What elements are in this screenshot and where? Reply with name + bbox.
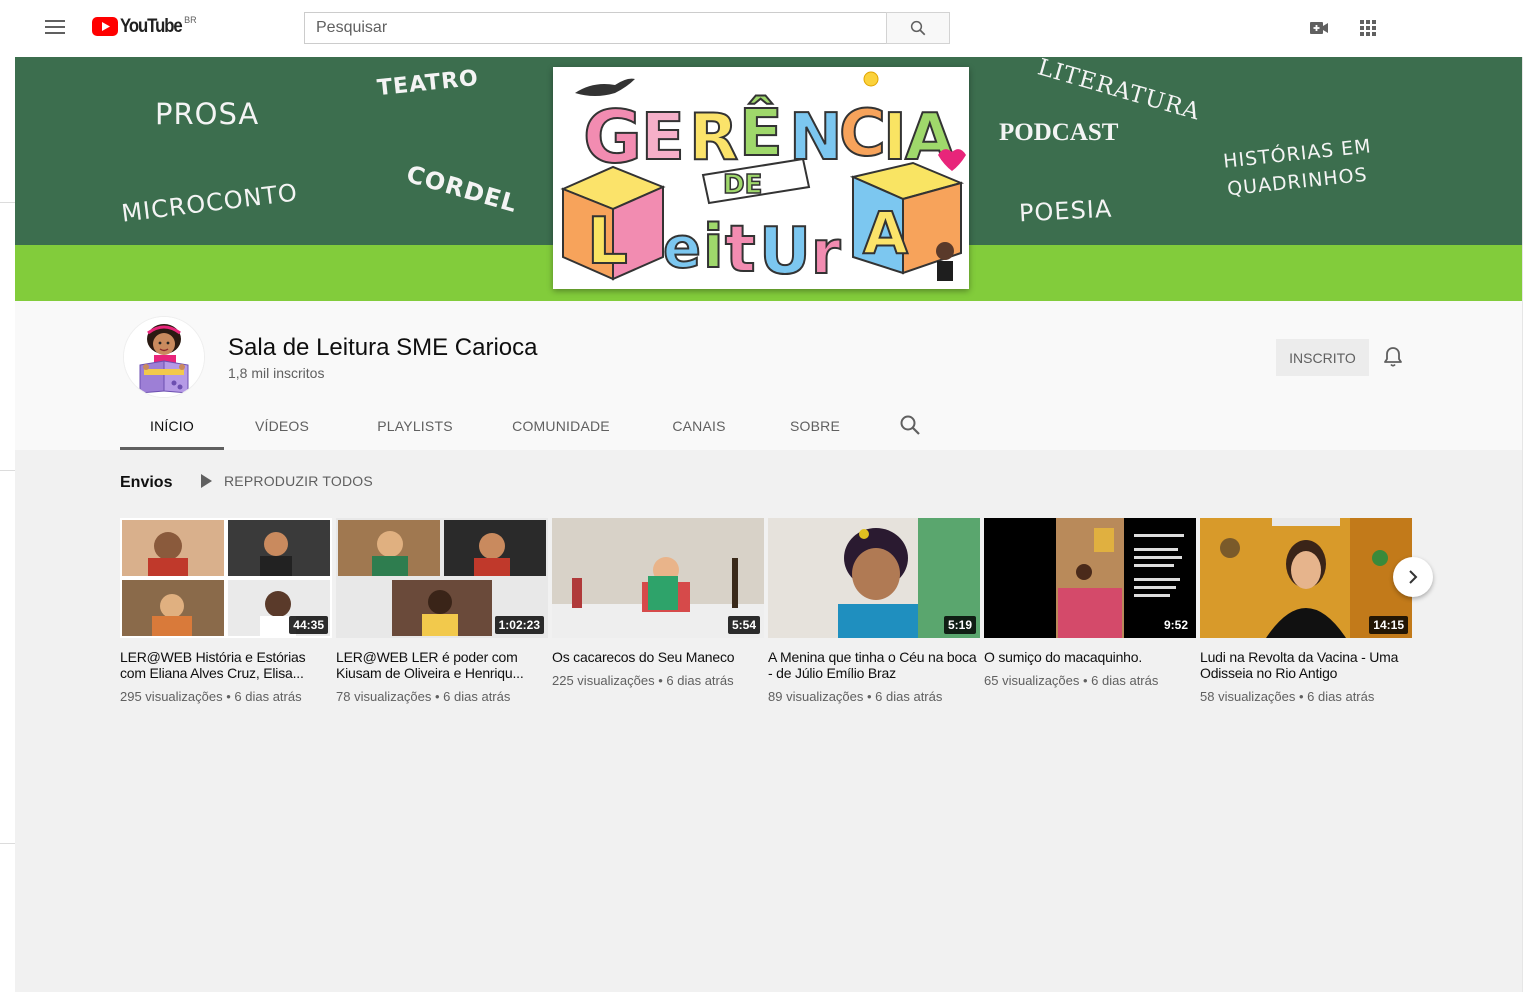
video-meta: 58 visualizações • 6 dias atrás — [1200, 689, 1375, 704]
video-thumbnail[interactable]: 9:52 — [984, 518, 1196, 638]
svg-text:L: L — [587, 205, 628, 279]
gerencia-de-leitura-artwork: G E R Ê N C I A DE L e i t U r A — [553, 67, 969, 289]
svg-text:I: I — [883, 101, 907, 175]
video-duration: 5:19 — [943, 616, 976, 634]
create-video-icon[interactable] — [1307, 16, 1331, 40]
video-card[interactable]: 14:15 Ludi na Revolta da Vacina - Uma Od… — [1200, 518, 1412, 704]
channel-search-icon[interactable] — [898, 413, 922, 437]
video-title[interactable]: A Menina que tinha o Céu na boca - de Jú… — [768, 649, 980, 681]
play-icon — [201, 474, 212, 488]
avatar-image — [124, 317, 204, 397]
banner-word-teatro: TEATRO — [375, 65, 481, 102]
banner-word-podcast: PODCAST — [999, 119, 1119, 146]
banner-word-poesia: POESIA — [1018, 194, 1113, 228]
video-duration: 44:35 — [289, 616, 328, 634]
svg-text:Ê: Ê — [739, 95, 783, 171]
logo-country-code: BR — [184, 15, 197, 25]
search-box — [304, 12, 950, 44]
search-button[interactable] — [886, 12, 950, 44]
banner-word-prosa: PROSA — [155, 97, 260, 131]
search-input[interactable] — [304, 12, 886, 44]
svg-text:R: R — [689, 101, 738, 175]
channel-name: Sala de Leitura SME Carioca — [228, 334, 538, 361]
channel-header: Sala de Leitura SME Carioca 1,8 mil insc… — [15, 301, 1522, 450]
youtube-play-logo-icon — [92, 17, 118, 36]
video-duration: 1:02:23 — [494, 616, 544, 634]
channel-page: PROSA TEATRO MICROCONTO CORDEL LITERATUR… — [15, 57, 1522, 992]
video-meta: 225 visualizações • 6 dias atrás — [552, 673, 734, 688]
video-title[interactable]: O sumiço do macaquinho. — [984, 649, 1196, 665]
video-card[interactable]: 44:35 LER@WEB História e Estórias com El… — [120, 518, 332, 704]
svg-text:E: E — [641, 101, 685, 175]
banner-word-cordel: CORDEL — [403, 159, 521, 219]
tab-videos[interactable]: VÍDEOS — [238, 401, 326, 450]
banner-word-microconto: MICROCONTO — [119, 178, 300, 228]
divider — [1522, 57, 1523, 992]
tab-sobre[interactable]: SOBRE — [770, 401, 860, 450]
svg-text:i: i — [703, 212, 724, 282]
search-icon — [910, 20, 926, 36]
video-thumbnail[interactable]: 1:02:23 — [336, 518, 548, 638]
youtube-logo[interactable]: YouTube BR — [92, 15, 197, 39]
video-thumbnail[interactable]: 5:54 — [552, 518, 764, 638]
video-thumbnail[interactable]: 14:15 — [1200, 518, 1412, 638]
video-duration: 5:54 — [727, 616, 760, 634]
play-all-label: REPRODUZIR TODOS — [224, 473, 373, 489]
subscribed-button[interactable]: INSCRITO — [1276, 339, 1369, 376]
video-meta: 295 visualizações • 6 dias atrás — [120, 689, 302, 704]
video-card[interactable]: 9:52 O sumiço do macaquinho. 65 visualiz… — [984, 518, 1196, 688]
masthead: YouTube BR — [0, 0, 1536, 56]
subscriber-count: 1,8 mil inscritos — [228, 365, 325, 381]
chevron-right-icon — [1409, 570, 1418, 584]
svg-text:C: C — [839, 97, 886, 171]
gerencia-de-leitura-logo-image: G E R Ê N C I A DE L e i t U r A — [553, 67, 969, 289]
video-title[interactable]: Os cacarecos do Seu Maneco — [552, 649, 764, 665]
tab-inicio[interactable]: INÍCIO — [120, 401, 224, 450]
svg-text:U: U — [759, 215, 811, 289]
divider — [0, 202, 15, 203]
svg-text:DE: DE — [723, 170, 762, 200]
video-card[interactable]: 5:54 Os cacarecos do Seu Maneco 225 visu… — [552, 518, 764, 688]
tab-comunidade[interactable]: COMUNIDADE — [500, 401, 622, 450]
video-card[interactable]: 5:19 A Menina que tinha o Céu na boca - … — [768, 518, 980, 704]
video-title[interactable]: Ludi na Revolta da Vacina - Uma Odisseia… — [1200, 649, 1412, 681]
video-meta: 65 visualizações • 6 dias atrás — [984, 673, 1159, 688]
video-card[interactable]: 1:02:23 LER@WEB LER é poder com Kiusam d… — [336, 518, 548, 704]
notification-bell-icon[interactable] — [1381, 345, 1405, 369]
video-thumbnail[interactable]: 5:19 — [768, 518, 980, 638]
tab-canais[interactable]: CANAIS — [654, 401, 744, 450]
divider — [0, 843, 15, 844]
shelf-title: Envios — [120, 474, 173, 491]
svg-text:r: r — [811, 218, 841, 288]
svg-text:e: e — [663, 216, 701, 281]
logo-text: YouTube — [120, 16, 183, 37]
shelf-next-button[interactable] — [1393, 557, 1433, 597]
play-all-button[interactable]: REPRODUZIR TODOS — [198, 473, 373, 489]
channel-avatar[interactable] — [123, 316, 205, 398]
tab-playlists[interactable]: PLAYLISTS — [360, 401, 470, 450]
video-meta: 89 visualizações • 6 dias atrás — [768, 689, 943, 704]
banner-word-literatura: LITERATURA — [1034, 57, 1204, 126]
svg-text:A: A — [863, 199, 908, 267]
channel-banner: PROSA TEATRO MICROCONTO CORDEL LITERATUR… — [15, 57, 1522, 301]
video-meta: 78 visualizações • 6 dias atrás — [336, 689, 511, 704]
video-title[interactable]: LER@WEB História e Estórias com Eliana A… — [120, 649, 332, 681]
video-title[interactable]: LER@WEB LER é poder com Kiusam de Olivei… — [336, 649, 548, 681]
divider — [0, 470, 15, 471]
svg-text:t: t — [725, 213, 756, 287]
apps-grid-icon[interactable] — [1356, 16, 1380, 40]
video-duration: 14:15 — [1369, 616, 1408, 634]
video-thumbnail[interactable]: 44:35 — [120, 518, 332, 638]
video-duration: 9:52 — [1159, 616, 1192, 634]
menu-icon[interactable] — [40, 16, 70, 40]
